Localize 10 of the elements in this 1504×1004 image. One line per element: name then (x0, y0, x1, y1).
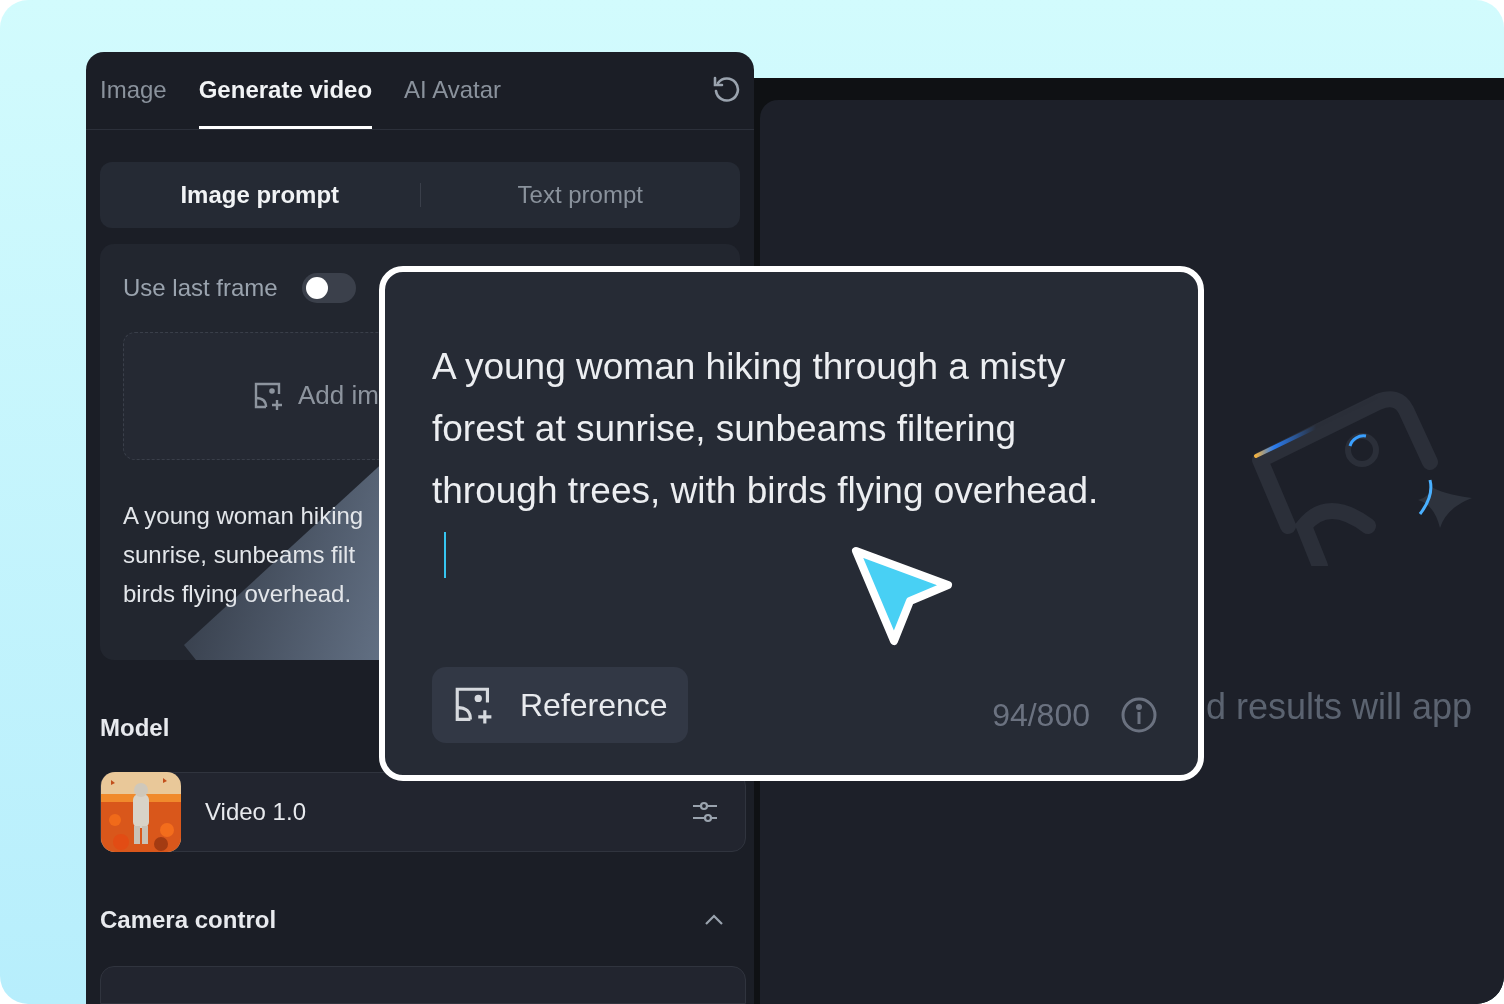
prompt-preview-line: A young woman hiking (123, 500, 365, 531)
camera-control-heading: Camera control (100, 905, 278, 936)
model-heading: Model (100, 713, 171, 744)
prompt-preview-line: birds flying overhead. (123, 578, 353, 609)
character-count: 94/800 (992, 696, 1090, 735)
model-name: Video 1.0 (205, 797, 307, 828)
results-hint: d results will app (1206, 685, 1473, 729)
prompt-preview-line: sunrise, sunbeams filt (123, 539, 357, 570)
use-last-frame-label: Use last frame (123, 272, 278, 303)
add-image-label: Add im (298, 379, 379, 413)
